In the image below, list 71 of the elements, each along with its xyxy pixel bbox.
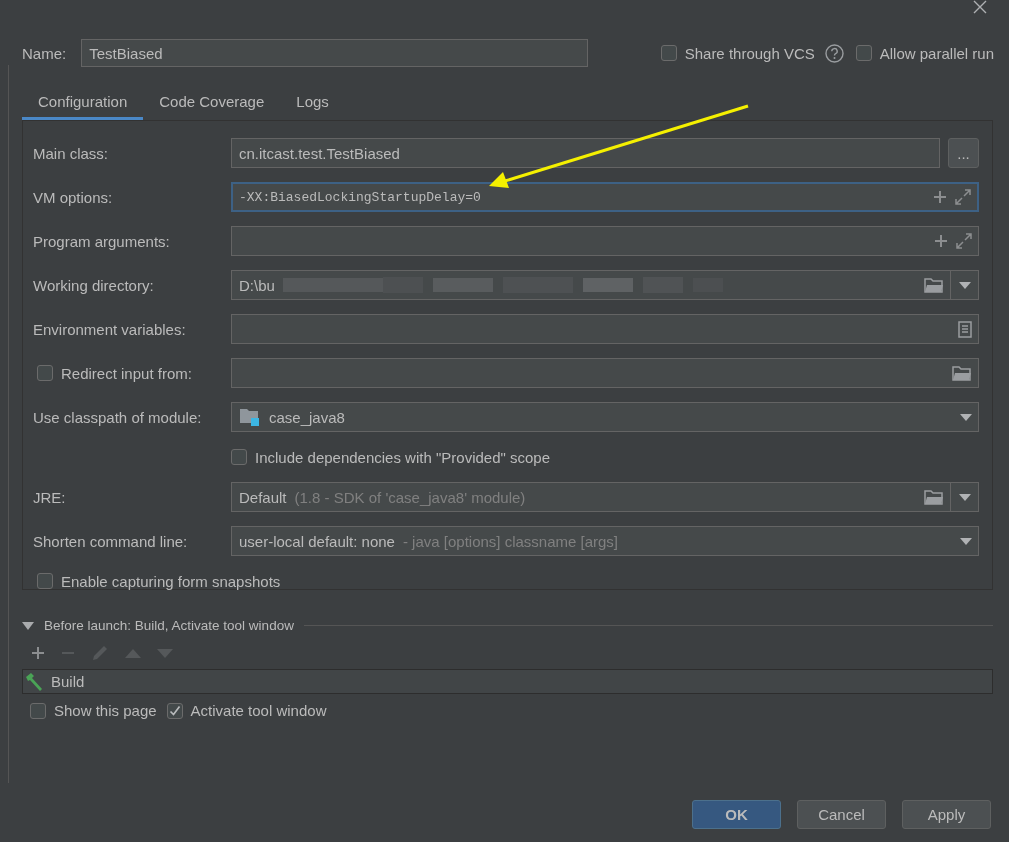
- dialog-button[interactable]: Cancel: [797, 800, 886, 829]
- checkbox[interactable]: [660, 45, 677, 61]
- hammer-icon: [25, 672, 45, 691]
- text-field[interactable]: Default (1.8 - SDK of 'case_java8' module): [231, 482, 951, 512]
- text-field[interactable]: -XX:BiasedLockingStartupDelay=0: [231, 182, 979, 212]
- field-value: Default: [239, 488, 287, 506]
- checkbox[interactable]: [231, 449, 247, 465]
- field-value: D:\bu: [239, 276, 275, 294]
- checkbox[interactable]: [855, 45, 872, 61]
- text-field[interactable]: cn.itcast.test.TestBiased: [231, 138, 940, 168]
- folder-icon[interactable]: [924, 489, 944, 505]
- plus-icon[interactable]: [933, 190, 947, 204]
- dropdown-arrow-icon[interactable]: [958, 281, 971, 289]
- folder-icon[interactable]: [952, 365, 972, 381]
- document-icon[interactable]: [958, 320, 972, 338]
- field-label: Environment variables:: [33, 320, 187, 338]
- field-label: JRE:: [33, 488, 67, 506]
- section-title: Before launch: Build, Activate tool window: [44, 618, 294, 633]
- dialog-button[interactable]: Apply: [902, 800, 991, 829]
- close-icon[interactable]: [973, 0, 987, 14]
- field-label: Main class:: [33, 144, 110, 162]
- field-label: Shorten command line:: [33, 532, 189, 550]
- field-value: case_java8: [269, 408, 345, 426]
- name-field[interactable]: TestBiased: [81, 39, 589, 67]
- expand-icon[interactable]: [955, 189, 971, 205]
- dropdown-arrow-icon[interactable]: [958, 493, 971, 501]
- checkbox-label: Enable capturing form snapshots: [61, 572, 281, 590]
- text-field[interactable]: [231, 226, 979, 256]
- checkbox[interactable]: [37, 365, 53, 381]
- task-label[interactable]: Build: [51, 673, 85, 690]
- field-value: user-local default: none: [239, 532, 395, 550]
- collapse-arrow-icon[interactable]: [22, 621, 34, 630]
- tab[interactable]: Logs: [280, 86, 345, 120]
- checkbox-label: Activate tool window: [190, 702, 327, 719]
- checkbox-label: Redirect input from:: [61, 364, 192, 382]
- field-value: cn.itcast.test.TestBiased: [239, 144, 400, 162]
- tab[interactable]: Configuration: [22, 86, 144, 120]
- folder-icon[interactable]: [924, 277, 944, 293]
- checkbox-label: Show this page: [54, 702, 157, 719]
- field-label: Program arguments:: [33, 232, 171, 250]
- browse-button[interactable]: ...: [948, 138, 979, 168]
- dialog-button[interactable]: OK: [692, 800, 781, 829]
- text-field[interactable]: D:\bu: [231, 270, 951, 300]
- pencil-icon[interactable]: [91, 644, 109, 662]
- text-field[interactable]: [231, 358, 979, 388]
- checkbox-label: Allow parallel run: [879, 44, 994, 62]
- move-up-icon[interactable]: [125, 648, 141, 658]
- checkbox[interactable]: [30, 702, 46, 719]
- checkbox[interactable]: [166, 702, 183, 719]
- plus-icon[interactable]: [934, 234, 948, 248]
- checkbox-label: Include dependencies with "Provided" scope: [255, 448, 550, 466]
- tab[interactable]: Code Coverage: [143, 86, 281, 120]
- text-field[interactable]: user-local default: none - java [options] classname [args]: [231, 526, 979, 556]
- plus-icon[interactable]: [31, 646, 45, 660]
- field-hint: - java [options] classname [args]: [402, 532, 619, 550]
- text-field[interactable]: [231, 314, 979, 344]
- field-label: Use classpath of module:: [33, 408, 203, 426]
- text-field[interactable]: case_java8: [231, 402, 979, 432]
- field-label: Working directory:: [33, 276, 155, 294]
- move-down-icon[interactable]: [157, 648, 173, 658]
- checkbox[interactable]: [37, 573, 53, 589]
- expand-icon[interactable]: [956, 233, 972, 249]
- dropdown-arrow-icon[interactable]: [960, 537, 972, 545]
- module-folder-icon: [239, 407, 261, 427]
- name-label: Name:: [22, 44, 67, 62]
- field-hint: (1.8 - SDK of 'case_java8' module): [294, 488, 526, 506]
- field-value: -XX:BiasedLockingStartupDelay=0: [239, 189, 481, 205]
- dropdown-arrow-icon[interactable]: [960, 413, 972, 421]
- checkbox-label: Share through VCS: [684, 44, 815, 62]
- help-icon[interactable]: [824, 43, 844, 63]
- field-label: VM options:: [33, 188, 114, 206]
